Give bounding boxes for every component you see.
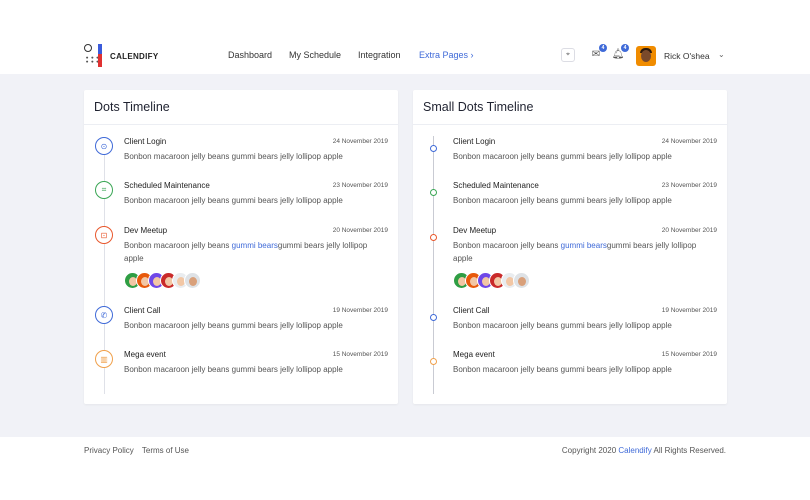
attendee-avatars: [124, 272, 201, 289]
timeline-item-title: Dev Meetup: [124, 226, 168, 235]
chevron-right-icon: ›: [470, 50, 474, 60]
copyright-text: Copyright 2020: [561, 446, 619, 455]
nav-item-extra-pages-label: Extra Pages: [419, 50, 469, 60]
copyright-brand-link[interactable]: Calendify: [618, 446, 651, 455]
gift-icon: ▥: [95, 350, 113, 368]
timeline-item-desc: Bonbon macaroon jelly beans gummi bears …: [124, 152, 343, 161]
calendar-logo-icon: ∙∙∙ ∙∙∙: [84, 44, 108, 68]
timeline-item-title: Client Call: [124, 306, 161, 315]
copyright-text: All Rights Reserved.: [651, 446, 726, 455]
avatar[interactable]: [636, 46, 656, 66]
desc-text: Bonbon macaroon jelly beans: [124, 241, 232, 250]
card-title: Dots Timeline: [94, 100, 170, 114]
user-name[interactable]: Rick O'shea: [664, 51, 710, 61]
timeline-item-title: Mega event: [453, 350, 495, 359]
notifications-button[interactable]: 🔔︎ 4: [611, 44, 629, 62]
timeline-item-desc: Bonbon macaroon jelly beans gummi bearsg…: [453, 239, 708, 265]
timeline-dot: [430, 145, 437, 152]
timeline-item-date: 15 November 2019: [332, 351, 388, 358]
footer: Privacy Policy Terms of Use Copyright 20…: [0, 437, 810, 500]
divider: [84, 124, 398, 125]
timeline-dot: [430, 358, 437, 365]
timeline-item-date: 20 November 2019: [661, 227, 717, 234]
footer-links: Privacy Policy Terms of Use: [84, 446, 195, 455]
mail-icon: ✉: [591, 49, 601, 60]
nav-item-integration[interactable]: Integration: [358, 50, 401, 60]
top-header: ∙∙∙ ∙∙∙ CALENDIFY Dashboard My Schedule I…: [0, 0, 810, 74]
timeline-item-desc: Bonbon macaroon jelly beans gummi bears …: [453, 152, 672, 161]
timeline-item-desc: Bonbon macaroon jelly beans gummi bearsg…: [124, 239, 379, 265]
timeline-dot: [430, 234, 437, 241]
timeline-item-desc: Bonbon macaroon jelly beans gummi bears …: [124, 321, 343, 330]
messages-badge: 4: [599, 44, 607, 52]
desc-text: Bonbon macaroon jelly beans: [453, 241, 561, 250]
crosshair-icon: ⌖: [566, 51, 570, 58]
timeline-item-title: Client Login: [124, 137, 167, 146]
desc-link[interactable]: gummi bears: [561, 241, 607, 250]
timeline-item-title: Scheduled Maintenance: [124, 181, 210, 190]
timeline-item-title: Dev Meetup: [453, 226, 497, 235]
timeline-item-desc: Bonbon macaroon jelly beans gummi bears …: [453, 321, 672, 330]
timeline-item-desc: Bonbon macaroon jelly beans gummi bears …: [453, 365, 672, 374]
desc-link[interactable]: gummi bears: [232, 241, 278, 250]
timeline-item-date: 23 November 2019: [332, 182, 388, 189]
timeline-item-desc: Bonbon macaroon jelly beans gummi bears …: [124, 365, 343, 374]
crop-icon: ⌗: [95, 181, 113, 199]
nav-item-dashboard[interactable]: Dashboard: [228, 50, 272, 60]
avatar[interactable]: [513, 272, 530, 289]
notifications-badge: 4: [621, 44, 629, 52]
timeline-line: [433, 136, 434, 394]
messages-button[interactable]: ✉ 4: [589, 44, 607, 62]
timeline-item-date: 19 November 2019: [661, 307, 717, 314]
target-icon: ⊙: [95, 137, 113, 155]
timeline-item-date: 15 November 2019: [661, 351, 717, 358]
lock-icon: ⊡: [95, 226, 113, 244]
nav-item-my-schedule[interactable]: My Schedule: [289, 50, 341, 60]
chevron-down-icon[interactable]: ⌄: [718, 50, 725, 59]
timeline-item-title: Client Call: [453, 306, 490, 315]
divider: [413, 124, 727, 125]
brand-logo[interactable]: ∙∙∙ ∙∙∙ CALENDIFY: [84, 44, 158, 68]
privacy-policy-link[interactable]: Privacy Policy: [84, 446, 134, 455]
settings-button[interactable]: ⌖: [561, 48, 575, 62]
nav-item-extra-pages[interactable]: Extra Pages ›: [419, 50, 474, 60]
timeline-item-title: Mega event: [124, 350, 166, 359]
small-dots-timeline-card: Small Dots Timeline Client Login 24 Nove…: [413, 90, 727, 404]
terms-of-use-link[interactable]: Terms of Use: [142, 446, 189, 455]
attendee-avatars: [453, 272, 530, 289]
avatar[interactable]: [184, 272, 201, 289]
timeline-item-desc: Bonbon macaroon jelly beans gummi bears …: [453, 196, 672, 205]
brand-name: CALENDIFY: [110, 51, 159, 61]
timeline-item-desc: Bonbon macaroon jelly beans gummi bears …: [124, 196, 343, 205]
card-title: Small Dots Timeline: [423, 100, 534, 114]
timeline-item-date: 19 November 2019: [332, 307, 388, 314]
timeline-item-date: 24 November 2019: [661, 138, 717, 145]
timeline-dot: [430, 189, 437, 196]
phone-icon: ✆: [95, 306, 113, 324]
timeline-item-title: Scheduled Maintenance: [453, 181, 539, 190]
timeline-item-date: 20 November 2019: [332, 227, 388, 234]
copyright: Copyright 2020 Calendify All Rights Rese…: [562, 446, 726, 455]
timeline-item-date: 24 November 2019: [332, 138, 388, 145]
timeline-item-date: 23 November 2019: [661, 182, 717, 189]
timeline-item-title: Client Login: [453, 137, 496, 146]
dots-timeline-card: Dots Timeline ⊙ Client Login 24 November…: [84, 90, 398, 404]
timeline-dot: [430, 314, 437, 321]
